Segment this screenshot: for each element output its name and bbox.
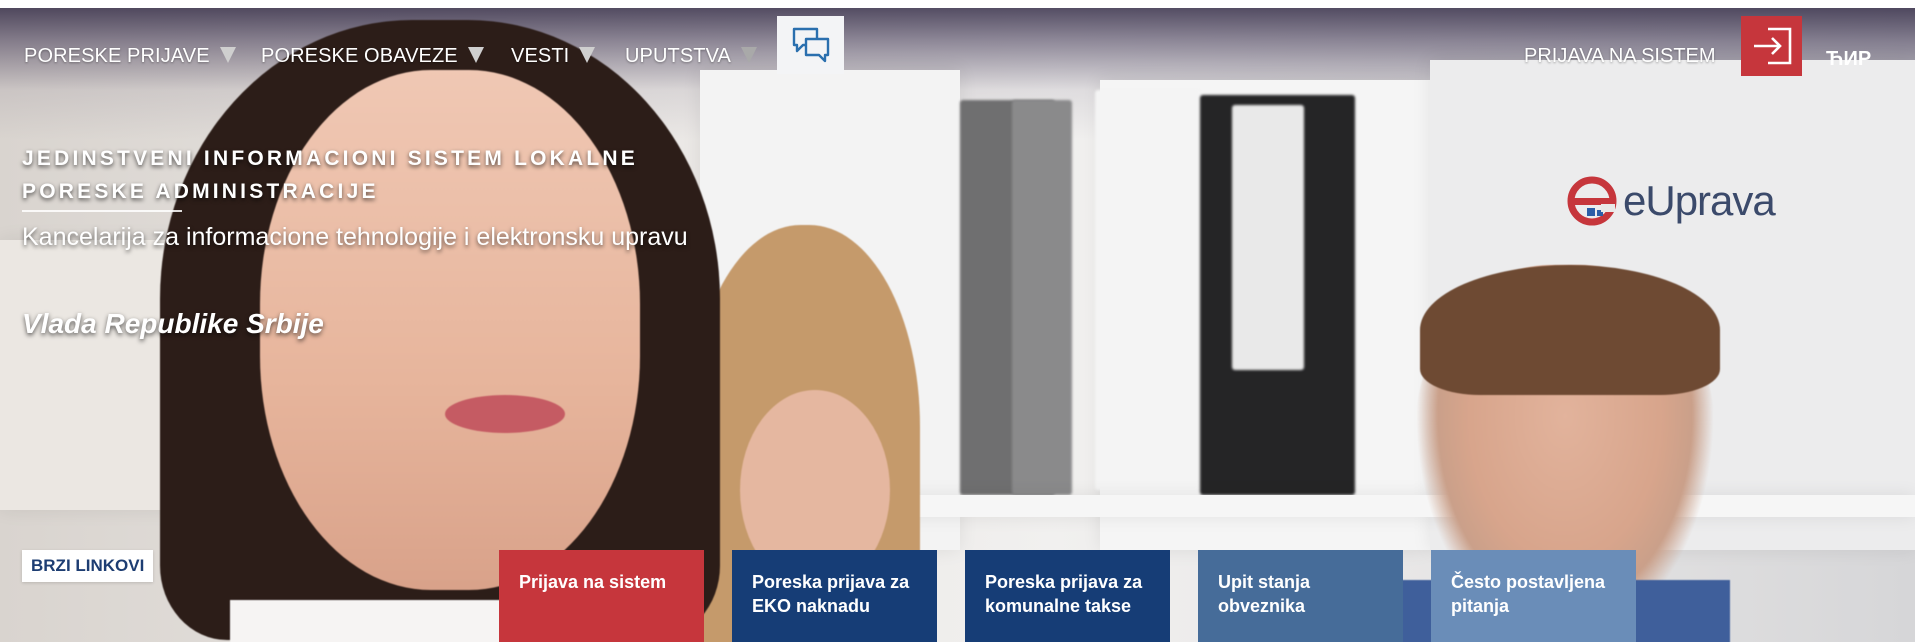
quick-link-label: Često postavljena pitanja [1451, 572, 1606, 616]
quick-links-label: BRZI LINKOVI [22, 550, 154, 582]
login-button[interactable] [1741, 16, 1802, 76]
quick-link-faq[interactable]: Često postavljena pitanja [1431, 550, 1636, 642]
caret-down-icon [219, 47, 236, 63]
language-switch[interactable]: ЋИР [1826, 48, 1871, 71]
main-navigation: PORESKE PRIJAVE PORESKE OBAVEZE VESTI UP… [0, 8, 1915, 92]
nav-item-poreske-obaveze[interactable]: PORESKE OBAVEZE [261, 45, 484, 68]
quick-link-label: Poreska prijava za EKO naknadu [752, 572, 910, 616]
euprava-logo[interactable]: eUprava [1565, 170, 1776, 232]
euprava-logo-text: eUprava [1623, 177, 1776, 224]
nav-item-label: UPUTSTVA [625, 45, 731, 67]
nav-item-poreske-prijave[interactable]: PORESKE PRIJAVE [24, 45, 236, 68]
caret-down-icon [579, 47, 596, 63]
sign-in-icon [1753, 27, 1791, 65]
hero-subtitle: Kancelarija za informacione tehnologije … [22, 223, 688, 251]
euprava-e-icon [1567, 176, 1617, 226]
nav-item-label: VESTI [511, 45, 570, 67]
quick-link-label: Prijava na sistem [519, 572, 667, 592]
nav-item-vesti[interactable]: VESTI [511, 45, 596, 68]
nav-item-uputstva[interactable]: UPUTSTVA [625, 45, 757, 68]
quick-link-login[interactable]: Prijava na sistem [499, 550, 704, 642]
hero-government: Vlada Republike Srbije [22, 308, 324, 339]
quick-link-eko-tax[interactable]: Poreska prijava za EKO naknadu [732, 550, 937, 642]
quick-link-label: Poreska prijava za komunalne takse [985, 572, 1143, 616]
hero-title: JEDINSTVENI INFORMACIONI SISTEM LOKALNE … [22, 147, 638, 203]
caret-down-icon [741, 47, 757, 63]
hero-divider [22, 210, 182, 212]
nav-item-label: PORESKE PRIJAVE [24, 45, 210, 67]
caret-down-icon [467, 47, 484, 63]
nav-item-label: PORESKE OBAVEZE [261, 45, 458, 67]
top-strip [0, 0, 1915, 8]
quick-link-communal-tax[interactable]: Poreska prijava za komunalne takse [965, 550, 1170, 642]
chat-button[interactable] [777, 16, 844, 74]
quick-link-label: Upit stanja obveznika [1218, 572, 1311, 616]
login-link[interactable]: PRIJAVA NA SISTEM [1524, 45, 1716, 68]
page: PORESKE PRIJAVE PORESKE OBAVEZE VESTI UP… [0, 0, 1915, 642]
chat-bubbles-icon [792, 27, 829, 63]
quick-link-taxpayer-status[interactable]: Upit stanja obveznika [1198, 550, 1403, 642]
